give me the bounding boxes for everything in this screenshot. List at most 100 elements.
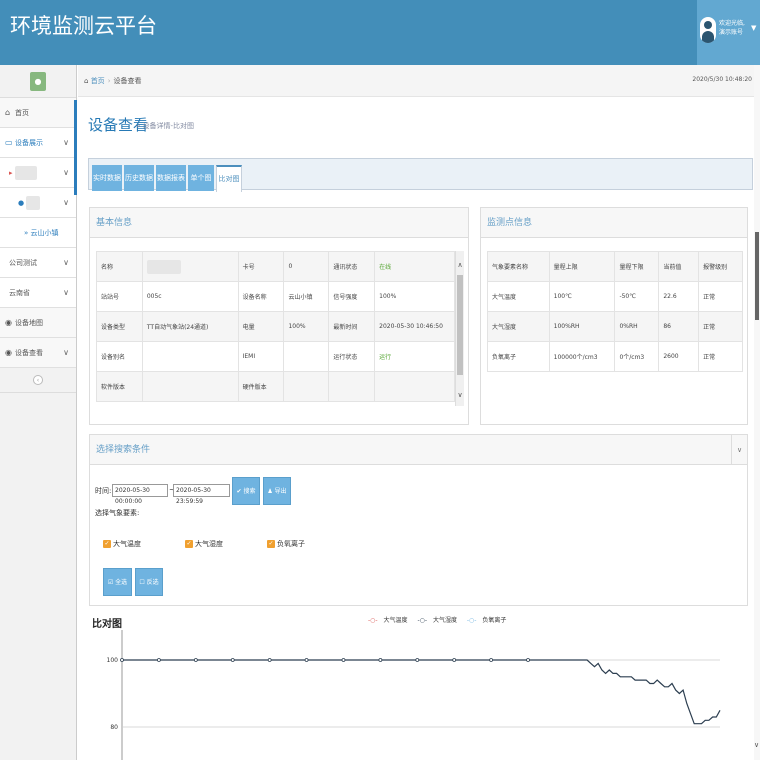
monitor-panel: 监测点信息 气象要素名称 量程上限 量程下限 当前值 报警级别 大气温度 100℃ -50℃ 2… [480,207,748,425]
data-point [193,658,198,662]
table-cell: 硬件版本 [237,371,285,402]
tab-realtime[interactable]: 实时数据 [92,165,122,191]
table-row: 站站号 005c 设备名称 云山小镇 信号强度 100% [96,281,455,312]
invert-selection-button[interactable]: ☐ 反选 [135,568,163,596]
breadcrumb: ⌂ 首页 › 设备查看 [84,77,142,85]
table-row: 名称 卡号 0 通讯状态 在线 [96,251,455,282]
table-cell: 0个/cm3 [614,341,660,372]
checkbox-humidity[interactable]: ✓ 大气湿度 [185,539,223,549]
table-cell: 最新时间 [328,311,376,342]
sidebar: ● ⌂ 首页 ▭ 设备展示 ∨ ▸ ∨ ● ∨ » 云山小镇 公司测试 ∨ 云南省 ∨ ◉… [0,65,77,760]
table-cell [283,341,330,372]
checkbox-checked-icon: ✓ [185,540,193,548]
square-icon: ☐ [139,579,145,586]
sidebar-item-map[interactable]: ◉ 设备地图 [0,308,76,338]
table-cell: 软件版本 [96,371,143,402]
table-cell: 云山小镇 [283,281,330,312]
eye-icon: ◉ [5,348,12,357]
elements-label: 选择气象要素: [95,509,140,517]
tab-compare-chart[interactable]: 比对图 [216,165,242,192]
tab-bar: 实时数据 历史数据 数据报表 单个图 比对图 [88,158,753,192]
table-cell: 正常 [698,341,743,372]
app-title: 环境监测云平台 [10,14,157,38]
column-header: 气象要素名称 [487,251,550,282]
legend-anion[interactable]: -○- 负氧离子 [467,617,511,624]
user-name: 演示账号 [719,29,744,36]
export-button[interactable]: ♟ 导出 [263,477,291,505]
tab-single-chart[interactable]: 单个图 [188,165,214,191]
data-point [378,658,383,662]
data-point [120,658,124,662]
shortcut-button[interactable]: ● [30,72,46,91]
table-row: 大气湿度 100%RH 0%RH 86 正常 [487,311,743,342]
chevron-down-icon: ∨ [63,258,69,267]
basic-scrollbar[interactable]: ∧ ∨ [455,251,464,406]
table-cell: 0%RH [614,311,660,342]
caret-down-icon: ▼ [751,24,757,32]
select-all-button[interactable]: ☑ 全选 [103,568,132,596]
current-time: 2020/5/30 10:48:20 [692,76,752,83]
sidebar-item-group[interactable]: ▸ ∨ [0,158,76,188]
table-row: 软件版本 硬件版本 [96,371,455,402]
y-tick-label: 100 [107,657,119,664]
breadcrumb-current: 设备查看 [113,77,142,85]
table-cell: 86 [658,311,700,342]
data-point [267,658,272,662]
chevron-down-icon: ∨ [63,348,69,357]
basic-info-table: 名称 卡号 0 通讯状态 在线 站站号 005c 设备名称 云山小镇 信号强度 100% 设备类型 TT… [96,251,455,402]
table-cell: 22.6 [658,281,700,312]
table-cell: 设备名称 [237,281,285,312]
table-cell: 站站号 [96,281,143,312]
table-cell [283,371,330,402]
table-cell: 设备别名 [96,341,143,372]
check-icon: ✔ [236,488,242,495]
table-cell: 正常 [698,311,743,342]
basic-info-panel: 基本信息 名称 卡号 0 通讯状态 在线 站站号 005c 设备名称 云山小镇 信号强度 100% 设… [89,207,469,425]
table-cell: 电量 [237,311,285,342]
table-cell: IEMI [237,341,285,372]
sidebar-item-devices[interactable]: ▭ 设备展示 ∨ [0,128,76,158]
table-row: 设备类型 TT自动气象站(24通道) 电量 100% 最新时间 2020-05-30 10… [96,311,455,342]
sidebar-item-yunshan[interactable]: » 云山小镇 [0,218,76,248]
table-row: 设备别名 IEMI 运行状态 运行 [96,341,455,372]
legend-humidity[interactable]: -○- 大气湿度 [417,617,461,624]
checkbox-temperature[interactable]: ✓ 大气温度 [103,539,141,549]
data-point [304,658,309,662]
data-point [157,658,161,662]
sidebar-item-subgroup[interactable]: ● ∨ [0,188,76,218]
table-cell: 信号强度 [328,281,376,312]
user-welcome: 欢迎光临, [719,20,745,27]
end-time-input[interactable]: 2020-05-30 23:59:59 [173,484,230,505]
chart-title: 比对图 [92,619,122,630]
chevron-down-icon: ∨ [63,288,69,297]
sidebar-item-yunnan[interactable]: 云南省 ∨ [0,278,76,308]
sidebar-item-view[interactable]: ◉ 设备查看 ∨ [0,338,76,368]
column-header: 量程下限 [614,251,660,282]
table-cell: 设备类型 [96,311,143,342]
active-indicator [74,100,77,195]
user-icon: ♟ [267,488,273,495]
search-button[interactable]: ✔ 搜索 [232,477,260,505]
start-time-input[interactable]: 2020-05-30 00:00:00 [112,484,168,505]
table-cell: 2600 [658,341,700,372]
monitor-icon: ▭ [5,138,13,147]
page-scrollbar[interactable]: ∨ [754,65,760,760]
data-point [489,658,494,662]
data-point [415,658,420,662]
search-panel: 选择搜索条件 ∨ [89,434,748,606]
sidebar-item-home[interactable]: ⌂ 首页 [0,98,76,128]
checkbox-anion[interactable]: ✓ 负氧离子 [267,539,305,549]
tab-report[interactable]: 数据报表 [156,165,186,191]
checkbox-checked-icon: ✓ [103,540,111,548]
sidebar-item-company-test[interactable]: 公司测试 ∨ [0,248,76,278]
tab-history[interactable]: 历史数据 [124,165,154,191]
legend-temperature[interactable]: -○- 大气温度 [368,617,412,624]
data-point [230,658,235,662]
breadcrumb-home[interactable]: 首页 [91,77,105,85]
page-subtitle: » 设备详情-比对图 [136,122,195,130]
user-menu[interactable]: 欢迎光临, 演示账号 ▼ [697,0,760,65]
table-row: 负氧离子 100000个/cm3 0个/cm3 2600 正常 [487,341,743,372]
collapse-sidebar-icon[interactable]: ‹ [33,375,43,385]
table-cell: 100℃ [548,281,616,312]
chevron-down-icon[interactable]: ∨ [731,435,747,465]
